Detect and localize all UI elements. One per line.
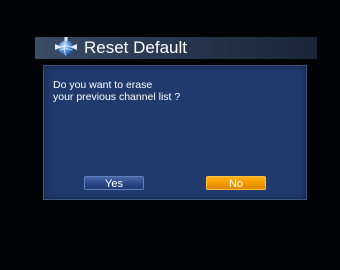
yes-button[interactable]: Yes — [84, 176, 144, 190]
no-button[interactable]: No — [206, 176, 266, 190]
dialog-message-line: Do you want to erase — [53, 79, 153, 91]
title-bar: Reset Default — [35, 37, 317, 59]
page-title: Reset Default — [84, 38, 187, 57]
globe-satellite-icon — [55, 37, 77, 56]
dialog-message-line: your previous channel list ? — [53, 91, 181, 103]
tv-screen: Reset Default Do you want to erase your … — [0, 0, 340, 270]
dialog-message: Do you want to erase your previous chann… — [53, 79, 293, 103]
confirm-dialog: Do you want to erase your previous chann… — [43, 65, 307, 200]
